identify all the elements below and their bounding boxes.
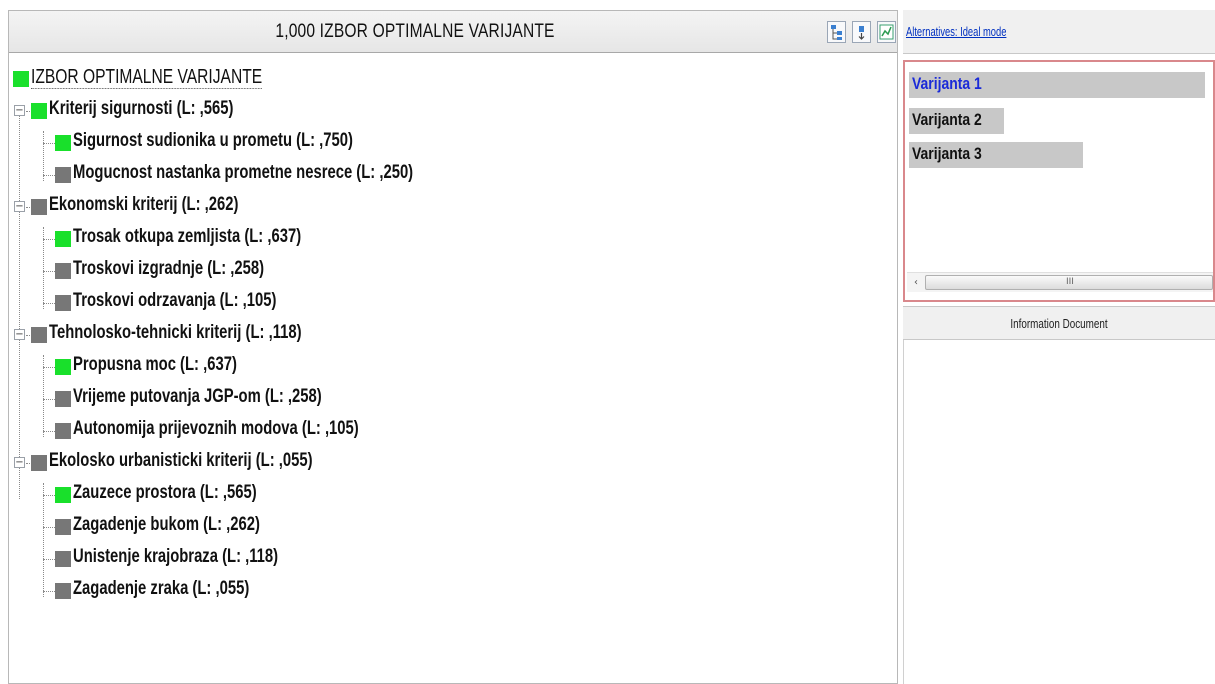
- tree-subcriterion[interactable]: Zagadenje bukom (L: ,262): [9, 511, 889, 543]
- goal-hierarchy-panel: 1,000 IZBOR OPTIMALNE VARIJANTE IZBOR OP…: [8, 10, 898, 684]
- criterion-label: Kriterij sigurnosti (L: ,565): [49, 98, 234, 119]
- tree-line: [43, 143, 55, 144]
- subcriterion-label: Mogucnost nastanka prometne nesrece (L: …: [73, 162, 414, 183]
- tree-subcriterion[interactable]: Autonomija prijevoznih modova (L: ,105): [9, 415, 889, 447]
- tree-root[interactable]: IZBOR OPTIMALNE VARIJANTE: [9, 63, 889, 95]
- subcriterion-status-icon: [55, 519, 71, 535]
- alternative-label: Varijanta 3: [912, 144, 982, 163]
- subcriterion-label: Troskovi odrzavanja (L: ,105): [73, 290, 277, 311]
- alternatives-header: Alternatives: Ideal mode: [903, 10, 1215, 54]
- subcriterion-label: Autonomija prijevoznih modova (L: ,105): [73, 418, 359, 439]
- scroll-grip-icon: III: [1066, 277, 1074, 287]
- subcriterion-label: Zagadenje bukom (L: ,262): [73, 514, 260, 535]
- tree-line: [43, 367, 55, 368]
- alternative-label: Varijanta 1: [912, 74, 982, 93]
- tree-line: [43, 271, 55, 272]
- information-document-header: Information Document: [903, 306, 1215, 340]
- collapse-toggle-icon[interactable]: −: [14, 329, 25, 340]
- chart-icon[interactable]: [877, 21, 896, 43]
- tree-subcriterion[interactable]: Mogucnost nastanka prometne nesrece (L: …: [9, 159, 889, 191]
- criterion-status-icon: [31, 327, 47, 343]
- alternatives-list: Varijanta 1 Varijanta 2 Varijanta 3 ‹ II…: [903, 60, 1215, 302]
- subcriterion-status-icon: [55, 167, 71, 183]
- scroll-thumb[interactable]: III: [925, 275, 1213, 290]
- information-document-body: [903, 340, 1215, 684]
- alternative-item[interactable]: Varijanta 3: [909, 142, 1083, 168]
- collapse-toggle-icon[interactable]: −: [14, 201, 25, 212]
- subcriterion-label: Trosak otkupa zemljista (L: ,637): [73, 226, 302, 247]
- root-node-icon: [13, 71, 29, 87]
- criterion-label: Ekolosko urbanisticki kriterij (L: ,055): [49, 450, 313, 471]
- tree-criterion[interactable]: − Ekolosko urbanisticki kriterij (L: ,05…: [9, 447, 889, 479]
- horizontal-scrollbar[interactable]: ‹ III: [907, 272, 1213, 292]
- tree-subcriterion[interactable]: Vrijeme putovanja JGP-om (L: ,258): [9, 383, 889, 415]
- tree-line: [43, 559, 55, 560]
- tree-subcriterion[interactable]: Unistenje krajobraza (L: ,118): [9, 543, 889, 575]
- alternative-label: Varijanta 2: [912, 110, 982, 129]
- subcriterion-label: Vrijeme putovanja JGP-om (L: ,258): [73, 386, 322, 407]
- subcriterion-status-icon: [55, 231, 71, 247]
- subcriterion-label: Zauzece prostora (L: ,565): [73, 482, 257, 503]
- criterion-label: Ekonomski kriterij (L: ,262): [49, 194, 239, 215]
- tree-line: [43, 303, 55, 304]
- criterion-status-icon: [31, 103, 47, 119]
- tree-criterion[interactable]: − Tehnolosko-tehnicki kriterij (L: ,118): [9, 319, 889, 351]
- subcriterion-label: Zagadenje zraka (L: ,055): [73, 578, 250, 599]
- tree-subcriterion[interactable]: Troskovi odrzavanja (L: ,105): [9, 287, 889, 319]
- tree-line: [43, 431, 55, 432]
- subcriterion-status-icon: [55, 135, 71, 151]
- subcriterion-label: Propusna moc (L: ,637): [73, 354, 237, 375]
- tree-line: [43, 495, 55, 496]
- subcriterion-status-icon: [55, 423, 71, 439]
- tree-subcriterion[interactable]: Propusna moc (L: ,637): [9, 351, 889, 383]
- tree-subcriterion[interactable]: Zauzece prostora (L: ,565): [9, 479, 889, 511]
- collapse-toggle-icon[interactable]: −: [14, 457, 25, 468]
- subcriterion-status-icon: [55, 295, 71, 311]
- tree-criterion[interactable]: − Kriterij sigurnosti (L: ,565): [9, 95, 889, 127]
- tree-criterion[interactable]: − Ekonomski kriterij (L: ,262): [9, 191, 889, 223]
- tree-view-icon[interactable]: [827, 21, 846, 43]
- scroll-left-icon[interactable]: ‹: [909, 275, 923, 290]
- alternatives-mode-link[interactable]: Alternatives: Ideal mode: [906, 24, 1006, 39]
- subcriterion-label: Sigurnost sudionika u prometu (L: ,750): [73, 130, 353, 151]
- subcriterion-status-icon: [55, 487, 71, 503]
- criterion-status-icon: [31, 199, 47, 215]
- tree-subcriterion[interactable]: Troskovi izgradnje (L: ,258): [9, 255, 889, 287]
- tree-subcriterion[interactable]: Zagadenje zraka (L: ,055): [9, 575, 889, 607]
- criterion-status-icon: [31, 455, 47, 471]
- subcriterion-status-icon: [55, 359, 71, 375]
- goal-header: 1,000 IZBOR OPTIMALNE VARIJANTE: [9, 11, 897, 53]
- tree-subcriterion[interactable]: Trosak otkupa zemljista (L: ,637): [9, 223, 889, 255]
- goal-title: 1,000 IZBOR OPTIMALNE VARIJANTE: [275, 21, 555, 42]
- alternatives-panel: Alternatives: Ideal mode Varijanta 1 Var…: [903, 10, 1215, 684]
- subcriterion-status-icon: [55, 551, 71, 567]
- subcriterion-status-icon: [55, 263, 71, 279]
- subcriterion-status-icon: [55, 583, 71, 599]
- sort-icon[interactable]: [852, 21, 871, 43]
- tree-subcriterion[interactable]: Sigurnost sudionika u prometu (L: ,750): [9, 127, 889, 159]
- tree-line: [43, 399, 55, 400]
- information-document-title: Information Document: [1010, 316, 1108, 331]
- root-label: IZBOR OPTIMALNE VARIJANTE: [31, 66, 263, 89]
- subcriterion-label: Unistenje krajobraza (L: ,118): [73, 546, 279, 567]
- subcriterion-label: Troskovi izgradnje (L: ,258): [73, 258, 265, 279]
- tree-line: [43, 591, 55, 592]
- criterion-label: Tehnolosko-tehnicki kriterij (L: ,118): [49, 322, 302, 343]
- alternative-item[interactable]: Varijanta 1: [909, 72, 1205, 98]
- tree-line: [43, 527, 55, 528]
- alternative-item[interactable]: Varijanta 2: [909, 108, 1004, 134]
- collapse-toggle-icon[interactable]: −: [14, 105, 25, 116]
- subcriterion-status-icon: [55, 391, 71, 407]
- tree-line: [43, 175, 55, 176]
- tree-line: [43, 239, 55, 240]
